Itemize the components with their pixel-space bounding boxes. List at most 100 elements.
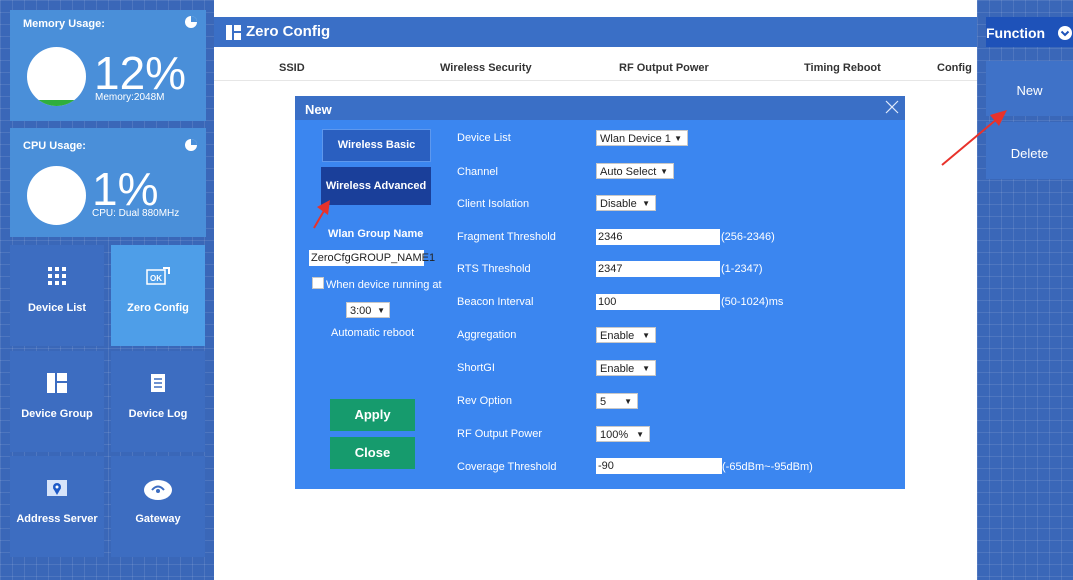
column-header: Timing Reboot bbox=[804, 62, 881, 74]
nav-label: Device List bbox=[27, 302, 87, 314]
dropdown-arrow-icon: ▼ bbox=[642, 364, 650, 373]
dropdown-arrow-icon: ▼ bbox=[642, 199, 650, 208]
new-button[interactable]: New bbox=[986, 61, 1073, 116]
beacon-interval-input[interactable]: 100 bbox=[596, 294, 720, 310]
memory-total: Memory:2048M bbox=[95, 92, 165, 103]
dropdown-arrow-icon: ▼ bbox=[660, 167, 668, 176]
nav-label: Gateway bbox=[135, 513, 181, 525]
dialog-header: New bbox=[295, 96, 905, 120]
cpu-usage-title: CPU Usage: bbox=[23, 140, 86, 152]
aggregation-value: Enable bbox=[600, 330, 635, 342]
client-isolation-value: Disable bbox=[600, 198, 637, 210]
fragment-threshold-label: Fragment Threshold bbox=[457, 231, 556, 243]
nav-device-group[interactable]: Device Group bbox=[10, 351, 104, 452]
dropdown-arrow-icon: ▼ bbox=[674, 134, 682, 143]
delete-button-label: Delete bbox=[1010, 146, 1049, 161]
nav-zero-config[interactable]: OK Zero Config bbox=[111, 245, 205, 346]
grid-icon bbox=[10, 267, 104, 291]
running-checkbox[interactable] bbox=[312, 277, 324, 289]
wireless-basic-button[interactable]: Wireless Basic bbox=[322, 129, 431, 162]
device-list-select[interactable]: Wlan Device 1 ▼ bbox=[596, 130, 688, 146]
wlan-group-name-input[interactable]: ZeroCfgGROUP_NAME1 bbox=[309, 250, 435, 266]
zero-config-icon bbox=[226, 25, 241, 45]
dropdown-arrow-icon: ▼ bbox=[624, 397, 632, 406]
rev-option-label: Rev Option bbox=[457, 395, 513, 407]
page-title: Zero Config bbox=[246, 23, 331, 40]
map-pin-icon bbox=[10, 478, 104, 502]
running-checkbox-label: When device running at bbox=[326, 279, 442, 291]
shortgi-value: Enable bbox=[600, 363, 635, 375]
nav-label: Device Log bbox=[128, 408, 188, 420]
rev-option-value: 5 bbox=[600, 396, 607, 408]
shortgi-select[interactable]: Enable ▼ bbox=[596, 360, 656, 376]
pie-chart-icon[interactable] bbox=[184, 15, 198, 32]
ok-tag-icon: OK bbox=[111, 267, 205, 291]
shortgi-label: ShortGI bbox=[457, 362, 495, 374]
wlan-group-name-label: Wlan Group Name bbox=[328, 228, 424, 240]
new-button-label: New bbox=[1016, 83, 1043, 98]
nav-label: Zero Config bbox=[127, 302, 189, 314]
client-isolation-select[interactable]: Disable ▼ bbox=[596, 195, 656, 211]
fragment-threshold-input[interactable]: 2346 bbox=[596, 229, 720, 245]
rts-threshold-input[interactable]: 2347 bbox=[596, 261, 720, 277]
channel-select[interactable]: Auto Select ▼ bbox=[596, 163, 674, 179]
cpu-percent: 1% bbox=[92, 163, 159, 215]
group-icon bbox=[10, 373, 104, 397]
rf-output-power-label: RF Output Power bbox=[457, 428, 542, 440]
nav-label: Address Server bbox=[16, 513, 98, 525]
aggregation-label: Aggregation bbox=[457, 329, 517, 341]
close-button[interactable]: Close bbox=[330, 437, 415, 469]
memory-gauge-fill bbox=[27, 100, 86, 106]
nav-gateway[interactable]: Gateway bbox=[111, 456, 205, 557]
dropdown-arrow-icon: ▼ bbox=[377, 306, 385, 315]
pie-chart-icon[interactable] bbox=[184, 138, 198, 155]
rts-threshold-range: (1-2347) bbox=[721, 263, 763, 275]
aggregation-select[interactable]: Enable ▼ bbox=[596, 327, 656, 343]
rev-option-select[interactable]: 5 ▼ bbox=[596, 393, 638, 409]
function-title: Function bbox=[986, 25, 1046, 41]
memory-gauge bbox=[27, 47, 86, 106]
left-panel: Memory Usage: 12% Memory:2048M CPU Usage… bbox=[0, 0, 214, 580]
close-icon[interactable] bbox=[885, 98, 899, 119]
column-header: Wireless Security bbox=[440, 62, 532, 74]
memory-percent: 12% bbox=[94, 47, 187, 99]
rf-output-power-select[interactable]: 100% ▼ bbox=[596, 426, 650, 442]
new-config-dialog: New Wireless Basic Wireless Advanced Wla… bbox=[295, 96, 905, 489]
column-header: SSID bbox=[279, 62, 305, 74]
function-header: Function bbox=[986, 17, 1073, 47]
wireless-advanced-button[interactable]: Wireless Advanced bbox=[321, 167, 431, 205]
delete-button[interactable]: Delete bbox=[986, 122, 1073, 179]
rts-threshold-label: RTS Threshold bbox=[457, 263, 531, 275]
device-list-value: Wlan Device 1 bbox=[600, 133, 671, 145]
reboot-time-value: 3:00 bbox=[350, 305, 372, 317]
nav-label: Device Group bbox=[21, 408, 93, 420]
function-toggle-icon[interactable] bbox=[1057, 25, 1073, 46]
reboot-time-select[interactable]: 3:00 ▼ bbox=[346, 302, 390, 318]
automatic-reboot-label: Automatic reboot bbox=[331, 327, 415, 339]
gateway-icon bbox=[111, 478, 205, 502]
cpu-usage-card: CPU Usage: 1% CPU: Dual 880MHz bbox=[10, 128, 206, 237]
beacon-interval-range: (50-1024)ms bbox=[721, 296, 784, 308]
memory-usage-card: Memory Usage: 12% Memory:2048M bbox=[10, 10, 206, 121]
column-header: RF Output Power bbox=[619, 62, 709, 74]
cpu-gauge bbox=[27, 166, 86, 225]
device-list-label: Device List bbox=[457, 132, 511, 144]
nav-address-server[interactable]: Address Server bbox=[10, 456, 104, 557]
memory-usage-title: Memory Usage: bbox=[23, 18, 105, 30]
table-header: SSID Wireless Security RF Output Power T… bbox=[214, 56, 977, 81]
nav-device-log[interactable]: Device Log bbox=[111, 351, 205, 452]
cpu-info: CPU: Dual 880MHz bbox=[92, 208, 180, 219]
dropdown-arrow-icon: ▼ bbox=[642, 331, 650, 340]
beacon-interval-label: Beacon Interval bbox=[457, 296, 534, 308]
log-icon bbox=[111, 373, 205, 397]
coverage-threshold-input[interactable]: -90 bbox=[596, 458, 722, 474]
nav-device-list[interactable]: Device List bbox=[10, 245, 104, 346]
channel-label: Channel bbox=[457, 166, 498, 178]
coverage-threshold-range: (-65dBm~-95dBm) bbox=[722, 461, 813, 473]
apply-button[interactable]: Apply bbox=[330, 399, 415, 431]
column-header: Config bbox=[937, 62, 972, 74]
rf-output-power-value: 100% bbox=[600, 429, 629, 441]
page-header: Zero Config bbox=[214, 17, 977, 47]
client-isolation-label: Client Isolation bbox=[457, 198, 530, 210]
dropdown-arrow-icon: ▼ bbox=[636, 430, 644, 439]
